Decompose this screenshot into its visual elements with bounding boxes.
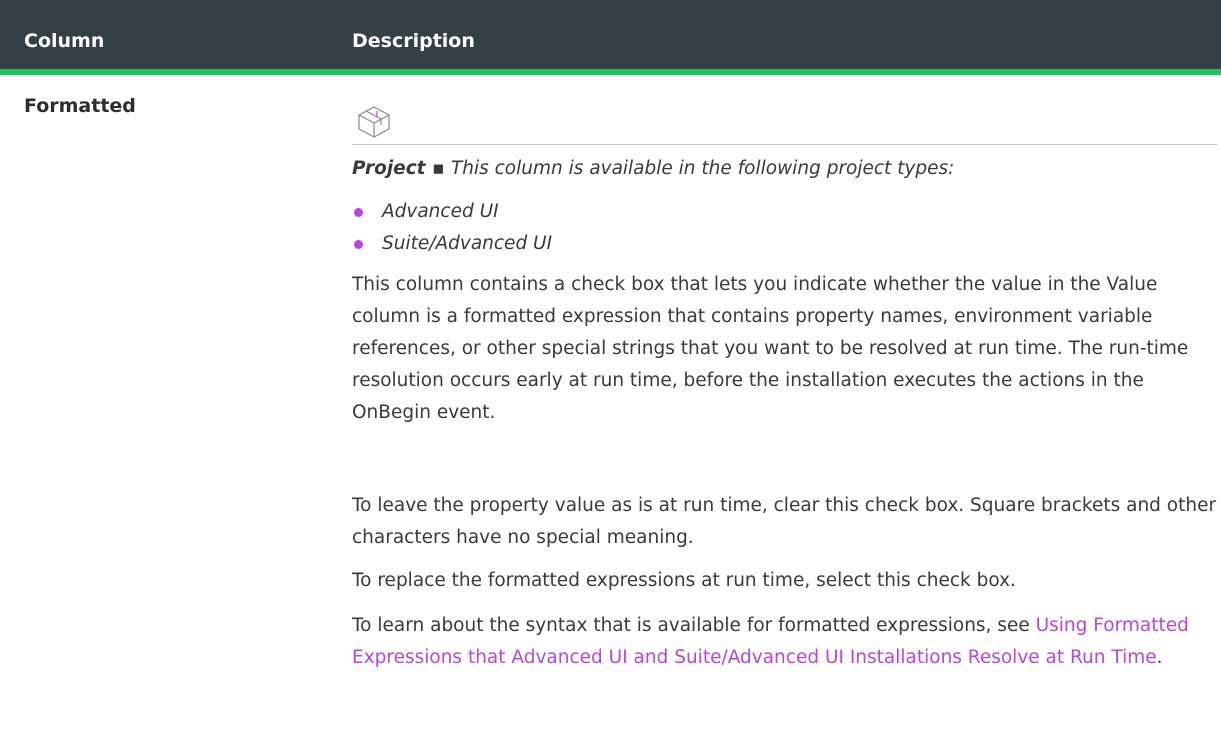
list-item: Suite/Advanced UI [352,232,552,264]
reference-table: Column Description Formatted [0,0,1221,117]
bullet-icon [354,240,363,249]
applies-separator: ▪ [425,158,451,179]
applies-to-text: Project ▪ This column is available in th… [352,158,954,179]
icon-divider [352,144,1217,145]
header-accent-bar [0,69,1221,75]
description-header: Description [352,30,475,52]
project-box-icon [358,106,390,138]
description-paragraph: This column contains a check box that le… [352,274,1189,423]
column-name: Formatted [24,95,136,117]
applies-project-label: Project [352,158,426,179]
description-paragraph: To leave the property value as is at run… [352,495,1217,548]
applies-description: This column is available in the followin… [450,158,955,179]
table-header: Column Description [0,0,1221,69]
description-paragraph: To replace the formatted expressions at … [352,570,1016,591]
column-header: Column [24,30,105,52]
see-also-paragraph: To learn about the syntax that is availa… [352,615,1189,668]
list-item: Advanced UI [352,200,552,232]
project-type-list: Advanced UI Suite/Advanced UI [352,200,552,264]
bullet-icon [354,208,363,217]
